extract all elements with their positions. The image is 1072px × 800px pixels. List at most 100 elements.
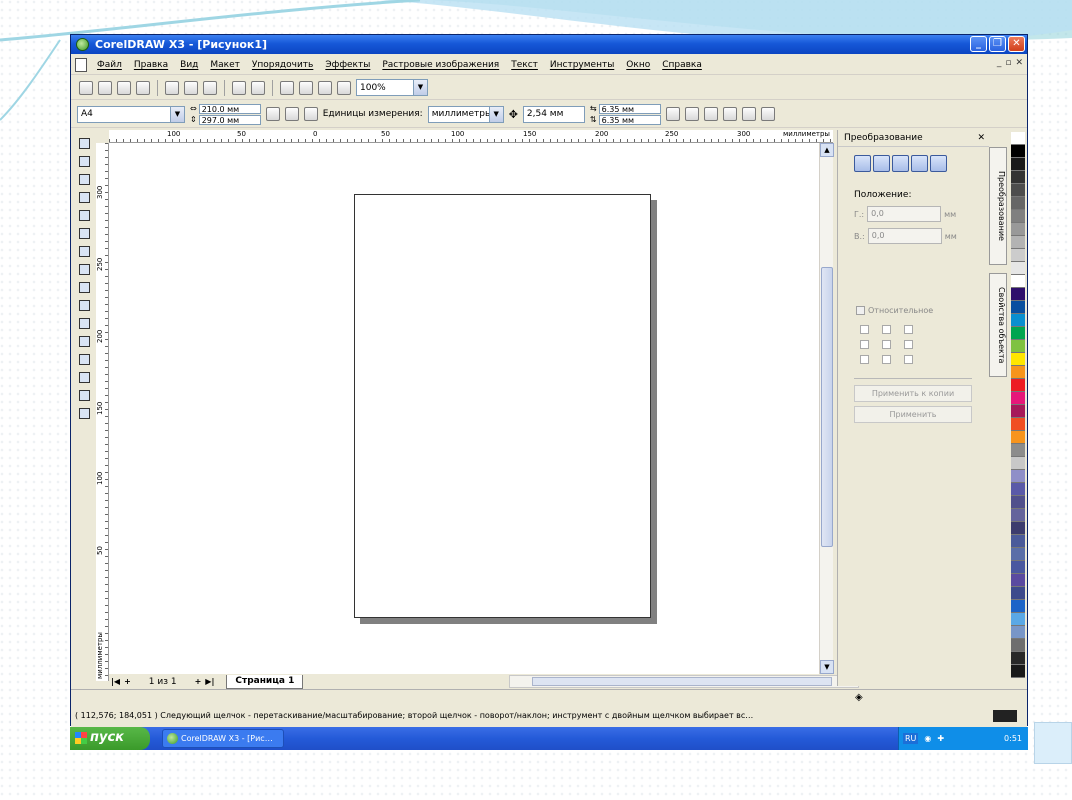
anchor-point[interactable] xyxy=(904,355,913,364)
menu-view[interactable]: Вид xyxy=(180,60,198,70)
redo-icon[interactable] xyxy=(251,80,265,95)
horizontal-scrollbar[interactable] xyxy=(509,675,859,688)
first-page-button[interactable]: |◀ xyxy=(111,677,120,686)
menu-text[interactable]: Текст xyxy=(511,60,538,70)
anchor-point[interactable] xyxy=(882,325,891,334)
color-swatch[interactable] xyxy=(1011,496,1025,509)
text-tool-icon[interactable] xyxy=(76,315,92,331)
color-swatch[interactable] xyxy=(1011,561,1025,574)
horizontal-ruler[interactable]: 100 50 0 50 100 150 200 250 300 миллимет… xyxy=(109,130,833,143)
menu-help[interactable]: Справка xyxy=(662,60,702,70)
dup-y-input[interactable]: 6.35 мм xyxy=(598,114,661,125)
outline-color-swatch[interactable] xyxy=(993,710,1017,722)
size-mode-icon[interactable] xyxy=(911,155,928,172)
minimize-button[interactable]: _ xyxy=(970,36,987,52)
anchor-point[interactable] xyxy=(882,355,891,364)
rectangle-tool-icon[interactable] xyxy=(76,243,92,259)
ellipse-tool-icon[interactable] xyxy=(76,261,92,277)
anchor-point[interactable] xyxy=(904,340,913,349)
dynamic-guides-icon[interactable] xyxy=(722,107,737,121)
snap-objects-icon[interactable] xyxy=(703,107,718,121)
scroll-up-button[interactable]: ▲ xyxy=(820,143,834,157)
close-button[interactable]: ✕ xyxy=(1008,36,1025,52)
color-swatch[interactable] xyxy=(1011,275,1025,288)
color-swatch[interactable] xyxy=(1011,301,1025,314)
color-swatch[interactable] xyxy=(1011,210,1025,223)
color-swatch[interactable] xyxy=(1011,236,1025,249)
color-swatch[interactable] xyxy=(1011,132,1025,145)
color-swatch[interactable] xyxy=(1011,457,1025,470)
color-swatch[interactable] xyxy=(1011,223,1025,236)
application-launcher-icon[interactable] xyxy=(318,80,332,95)
save-icon[interactable] xyxy=(117,80,131,95)
interactive-blend-tool-icon[interactable] xyxy=(76,333,92,349)
corel-online-icon[interactable] xyxy=(337,80,351,95)
position-mode-icon[interactable] xyxy=(854,155,871,172)
rotate-mode-icon[interactable] xyxy=(873,155,890,172)
tray-network-icon[interactable]: ✚ xyxy=(937,734,944,743)
tray-volume-icon[interactable]: ◉ xyxy=(924,734,931,743)
color-swatch[interactable] xyxy=(1011,418,1025,431)
chevron-down-icon[interactable]: ▼ xyxy=(488,106,503,122)
doc-minimize-button[interactable]: _ xyxy=(997,58,1002,68)
restore-button[interactable]: ❐ xyxy=(989,36,1006,52)
units-select[interactable]: миллиметры ▼ xyxy=(427,105,504,123)
undo-icon[interactable] xyxy=(232,80,246,95)
scroll-down-button[interactable]: ▼ xyxy=(820,660,834,674)
docker-close-icon[interactable]: ✕ xyxy=(977,133,985,143)
anchor-point[interactable] xyxy=(860,340,869,349)
color-swatch[interactable] xyxy=(1011,652,1025,665)
tab-object-properties[interactable]: Свойства объекта xyxy=(989,273,1007,377)
page-width-input[interactable]: 210.0 мм xyxy=(198,103,261,114)
color-swatch[interactable] xyxy=(1011,431,1025,444)
menu-effects[interactable]: Эффекты xyxy=(325,60,370,70)
color-swatch[interactable] xyxy=(1011,171,1025,184)
import-icon[interactable] xyxy=(280,80,294,95)
anchor-point[interactable] xyxy=(860,355,869,364)
portrait-icon[interactable] xyxy=(265,107,280,121)
color-swatch[interactable] xyxy=(1011,509,1025,522)
color-swatch[interactable] xyxy=(1011,626,1025,639)
paper-type-select[interactable]: A4 ▼ xyxy=(77,105,185,123)
page-tab[interactable]: Страница 1 xyxy=(226,674,304,689)
anchor-point[interactable] xyxy=(882,340,891,349)
color-swatch[interactable] xyxy=(1011,249,1025,262)
color-swatch[interactable] xyxy=(1011,366,1025,379)
freehand-tool-icon[interactable] xyxy=(76,207,92,223)
vertical-ruler[interactable]: 300 250 200 150 100 50 миллиметры xyxy=(96,143,109,681)
color-swatch[interactable] xyxy=(1011,483,1025,496)
options-icon[interactable] xyxy=(760,107,775,121)
pick-tool-icon[interactable] xyxy=(76,135,92,151)
scale-mode-icon[interactable] xyxy=(892,155,909,172)
color-swatch[interactable] xyxy=(1011,197,1025,210)
add-page-before-button[interactable]: + xyxy=(124,677,131,686)
interactive-fill-tool-icon[interactable] xyxy=(76,405,92,421)
shape-tool-icon[interactable] xyxy=(76,153,92,169)
all-pages-icon[interactable] xyxy=(303,107,318,121)
color-swatch[interactable] xyxy=(1011,535,1025,548)
fill-tool-icon[interactable] xyxy=(76,387,92,403)
color-swatch[interactable] xyxy=(1011,587,1025,600)
vertical-position-input[interactable]: 0,0 xyxy=(867,228,942,244)
color-swatch[interactable] xyxy=(1011,184,1025,197)
color-swatch[interactable] xyxy=(1011,158,1025,171)
color-swatch[interactable] xyxy=(1011,379,1025,392)
relative-checkbox[interactable] xyxy=(856,306,865,315)
color-swatch[interactable] xyxy=(1011,665,1025,678)
copy-icon[interactable] xyxy=(184,80,198,95)
color-swatch[interactable] xyxy=(1011,327,1025,340)
color-swatch[interactable] xyxy=(1011,548,1025,561)
chevron-down-icon[interactable]: ▼ xyxy=(170,106,184,122)
apply-button[interactable]: Применить xyxy=(854,406,972,423)
new-icon[interactable] xyxy=(79,80,93,95)
snap-grid-icon[interactable] xyxy=(665,107,680,121)
add-page-after-button[interactable]: + xyxy=(195,677,202,686)
color-swatch[interactable] xyxy=(1011,600,1025,613)
color-swatch[interactable] xyxy=(1011,353,1025,366)
color-swatch[interactable] xyxy=(1011,314,1025,327)
smart-fill-tool-icon[interactable] xyxy=(76,225,92,241)
anchor-point[interactable] xyxy=(904,325,913,334)
zoom-level-select[interactable]: 100% ▼ xyxy=(356,79,428,96)
doc-close-button[interactable]: ✕ xyxy=(1015,58,1023,68)
outline-tool-icon[interactable] xyxy=(76,369,92,385)
